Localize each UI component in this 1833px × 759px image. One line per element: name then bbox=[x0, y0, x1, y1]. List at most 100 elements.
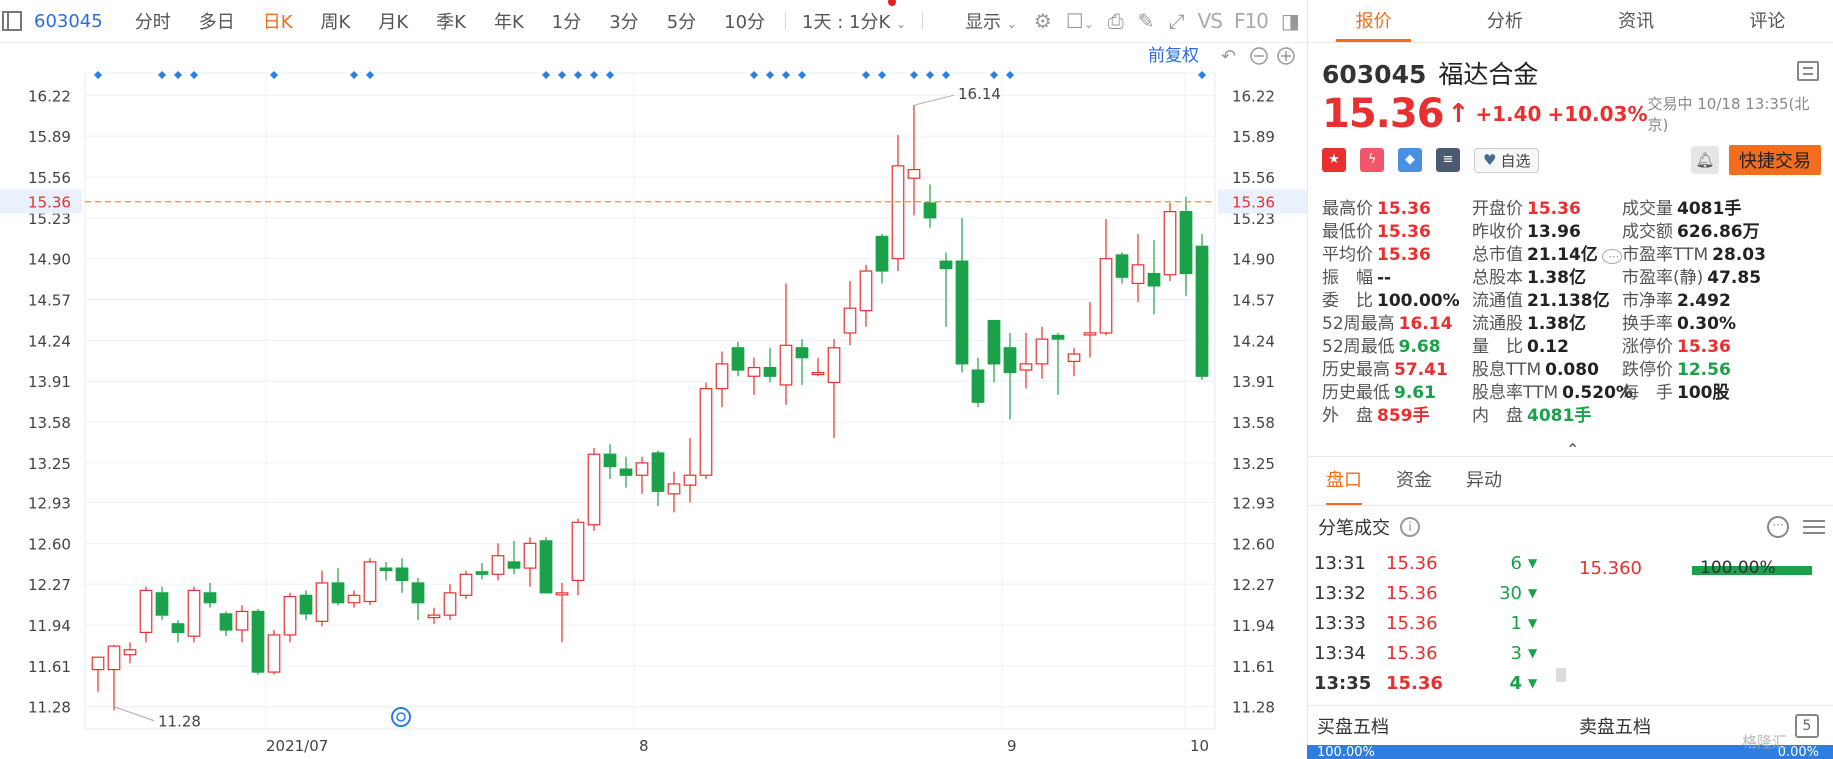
panel-toggle-icon[interactable] bbox=[2, 11, 22, 31]
period-tab[interactable]: 周K bbox=[307, 8, 365, 34]
vs-button[interactable]: VS bbox=[1198, 9, 1223, 33]
quote-tab[interactable]: 分析 bbox=[1439, 0, 1570, 42]
interval-dropdown[interactable]: 1天 : 1分K ⌄ bbox=[792, 0, 916, 34]
y-tick-label: 12.60 bbox=[28, 535, 71, 553]
detail-subtab[interactable]: 异动 bbox=[1466, 457, 1502, 505]
info-marker bbox=[350, 71, 358, 79]
add-favorite-button[interactable]: ♥ 自选 bbox=[1474, 147, 1540, 173]
candle-up bbox=[315, 582, 329, 622]
info-marker bbox=[766, 71, 774, 79]
camera-icon[interactable]: ⎙ bbox=[1108, 9, 1124, 33]
stat-label: 市盈率(静) bbox=[1622, 268, 1704, 288]
y-tick-label: 15.56 bbox=[1232, 169, 1275, 187]
document-icon[interactable]: ≡ bbox=[1436, 148, 1460, 172]
chart-controls: 前复权 ↶ bbox=[391, 46, 1295, 727]
display-dropdown[interactable]: 显示 ⌄ bbox=[955, 8, 1027, 34]
y-tick-label: 14.57 bbox=[28, 292, 71, 310]
candle-down bbox=[1115, 254, 1129, 278]
period-tab[interactable]: 分时 bbox=[121, 8, 185, 34]
scroll-thumb[interactable] bbox=[1556, 668, 1566, 682]
menu-icon[interactable] bbox=[1797, 61, 1819, 81]
detail-subtab[interactable]: 盘口 bbox=[1326, 457, 1362, 505]
max-annotation-leader bbox=[913, 94, 955, 106]
sidebar-toggle-icon[interactable]: ◨ bbox=[1281, 9, 1300, 33]
period-tab[interactable]: 多日 bbox=[185, 8, 249, 34]
quote-stats: 最高价 15.36 最低价 15.36 平均价 15.36 振 幅 -- 委 比 100.00% 5… bbox=[1308, 188, 1833, 448]
candle-down bbox=[731, 347, 745, 371]
info-marker bbox=[174, 71, 182, 79]
stat-label: 市净率 bbox=[1622, 291, 1673, 311]
y-tick-label: 15.89 bbox=[1232, 128, 1275, 146]
quote-header: 603045 福达合金 15.36 ↑ +1.40 +10.03% 交易中 10… bbox=[1308, 43, 1833, 188]
quote-tab[interactable]: 评论 bbox=[1702, 0, 1833, 42]
stat-item: 52周最低 9.68 bbox=[1322, 332, 1441, 357]
arrow-up-icon: ↑ bbox=[1447, 99, 1470, 129]
tick-row: 13:35 15.36 4 ▼ bbox=[1308, 668, 1833, 698]
period-tab[interactable]: 3分 bbox=[595, 8, 652, 34]
lightning-icon[interactable]: ϟ bbox=[1360, 148, 1384, 172]
stat-value: 21.14亿 bbox=[1527, 245, 1598, 265]
stat-value: 100股 bbox=[1677, 383, 1730, 403]
stat-item: 历史最高 57.41 bbox=[1322, 355, 1448, 380]
display-dropdown-label: 显示 bbox=[965, 12, 1002, 33]
period-tab[interactable]: 日K bbox=[249, 8, 307, 34]
candle-up bbox=[667, 483, 681, 495]
more-icon[interactable]: ··· bbox=[1767, 516, 1789, 538]
f10-button[interactable]: F10 bbox=[1234, 9, 1269, 33]
info-marker bbox=[782, 71, 790, 79]
stat-item: 流通股 1.38亿 bbox=[1472, 309, 1586, 334]
candlestick-chart[interactable]: 16.2215.8915.5615.2314.9014.5714.2413.91… bbox=[0, 43, 1307, 759]
quote-panel: 报价 分析 资讯 评论 603045 福达合金 15.36 ↑ +1.40 +10.0… bbox=[1307, 0, 1833, 759]
stat-item: 市净率 2.492 bbox=[1622, 286, 1731, 311]
candle-down bbox=[795, 347, 809, 359]
period-tab[interactable]: 年K bbox=[480, 8, 538, 34]
y-tick-label: 13.25 bbox=[1232, 455, 1275, 473]
list-icon[interactable] bbox=[1803, 516, 1825, 538]
quote-tab[interactable]: 资讯 bbox=[1571, 0, 1702, 42]
stat-value: 2.492 bbox=[1677, 291, 1731, 311]
restore-rights-button[interactable]: 前复权 bbox=[1148, 46, 1199, 66]
stat-label: 成交量 bbox=[1622, 199, 1673, 219]
pencil-icon[interactable]: ✎ bbox=[1138, 9, 1155, 33]
stock-code-link[interactable]: 603045 bbox=[34, 11, 103, 32]
chart-pane: 603045 分时 多日 日K 周K 月K 季K 年K 1分 3分 5分 10分 1天 : 1分K … bbox=[0, 0, 1307, 759]
box-icon[interactable]: ☐⌄ bbox=[1066, 9, 1094, 33]
period-tab[interactable]: 5分 bbox=[653, 8, 710, 34]
five-levels-icon[interactable]: 5 bbox=[1795, 714, 1819, 738]
fullscreen-icon[interactable]: ⤢ bbox=[1169, 9, 1185, 33]
stat-value: 12.56 bbox=[1677, 360, 1731, 380]
candle-down bbox=[299, 594, 313, 615]
settings-icon[interactable]: ⚙ bbox=[1034, 9, 1052, 33]
stat-label: 平均价 bbox=[1322, 245, 1373, 265]
period-tab[interactable]: 1分 bbox=[538, 8, 595, 34]
y-tick-label: 12.93 bbox=[28, 494, 71, 512]
detail-subtab[interactable]: 资金 bbox=[1396, 457, 1432, 505]
candle-up bbox=[1067, 353, 1081, 362]
x-axis: 2021/07 8 9 10 bbox=[266, 737, 1209, 755]
info-marker bbox=[94, 71, 102, 79]
trading-status: 交易中 10/18 13:35(北京) bbox=[1647, 95, 1810, 134]
fast-trade-button[interactable]: 快捷交易 bbox=[1729, 145, 1821, 175]
bell-icon[interactable]: 🔔︎ bbox=[1691, 146, 1719, 174]
info-marker bbox=[158, 71, 166, 79]
quote-tab[interactable]: 报价 bbox=[1308, 0, 1439, 42]
period-tab[interactable]: 10分 bbox=[710, 8, 779, 34]
event-marker-icon[interactable] bbox=[391, 707, 411, 727]
quote-price-row: 15.36 ↑ +1.40 +10.03% 交易中 10/18 13:35(北京… bbox=[1322, 91, 1821, 137]
info-marker bbox=[542, 71, 550, 79]
tag-icon[interactable]: ◆ bbox=[1398, 148, 1422, 172]
candle-up bbox=[363, 561, 377, 603]
more-icon[interactable]: ⋯ bbox=[1601, 249, 1623, 264]
info-icon[interactable]: i bbox=[1400, 517, 1420, 537]
chevron-up-icon[interactable]: ⌃ bbox=[1566, 440, 1579, 459]
china-flag-icon[interactable]: ★ bbox=[1322, 148, 1346, 172]
y-axis-left: 16.2215.8915.5615.2314.9014.5714.2413.91… bbox=[28, 87, 71, 716]
period-tab[interactable]: 月K bbox=[364, 8, 422, 34]
stat-label: 最低价 bbox=[1322, 222, 1373, 242]
stat-label: 股息率TTM bbox=[1472, 383, 1559, 403]
undo-icon[interactable]: ↶ bbox=[1221, 46, 1236, 67]
candle-up bbox=[491, 555, 505, 575]
period-tab[interactable]: 季K bbox=[422, 8, 480, 34]
period-tabs: 分时 多日 日K 周K 月K 季K 年K 1分 3分 5分 10分 bbox=[121, 8, 779, 34]
candle-down bbox=[619, 468, 633, 476]
